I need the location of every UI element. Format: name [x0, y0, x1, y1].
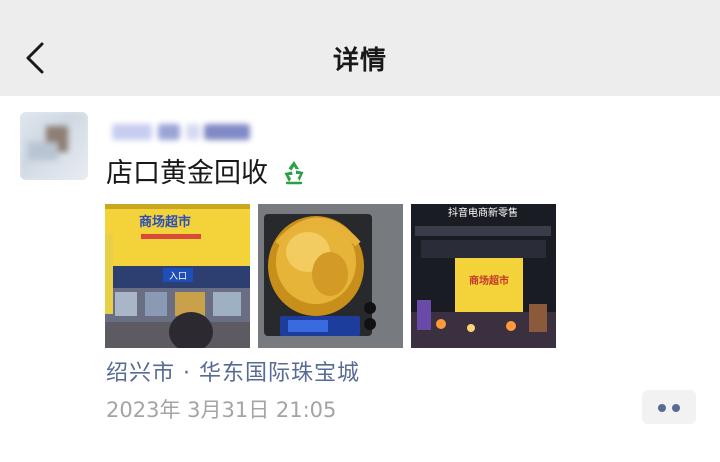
- storefront-entrance-text: 入口: [169, 271, 187, 282]
- page-title: 详情: [332, 46, 387, 76]
- dot-icon: [658, 404, 666, 412]
- username-blurred[interactable]: [106, 120, 256, 144]
- night-mall-sign-text: 商场超市: [469, 274, 509, 287]
- avatar[interactable]: [20, 112, 88, 180]
- location-link[interactable]: 绍兴市 · 华东国际珠宝城: [106, 355, 360, 387]
- storefront-sign-text: 商场超市: [139, 214, 191, 230]
- post-timestamp: 2023年 3月31日 21:05: [106, 398, 337, 422]
- post-text-content: 店口黄金回收: [106, 158, 268, 189]
- recycle-icon: [279, 158, 308, 186]
- post-text: 店口黄金回收: [106, 156, 309, 192]
- post-photo-storefront[interactable]: 商场超市 入口: [105, 204, 250, 348]
- post-photo-gold[interactable]: [258, 204, 403, 348]
- top-nav-bar: 详情: [0, 0, 720, 96]
- post-photo-night-mall[interactable]: 抖音电商新零售 商场超市: [411, 204, 556, 348]
- dot-icon: [672, 404, 680, 412]
- night-mall-banner-text: 抖音电商新零售: [448, 206, 518, 219]
- more-actions-button[interactable]: [642, 390, 696, 424]
